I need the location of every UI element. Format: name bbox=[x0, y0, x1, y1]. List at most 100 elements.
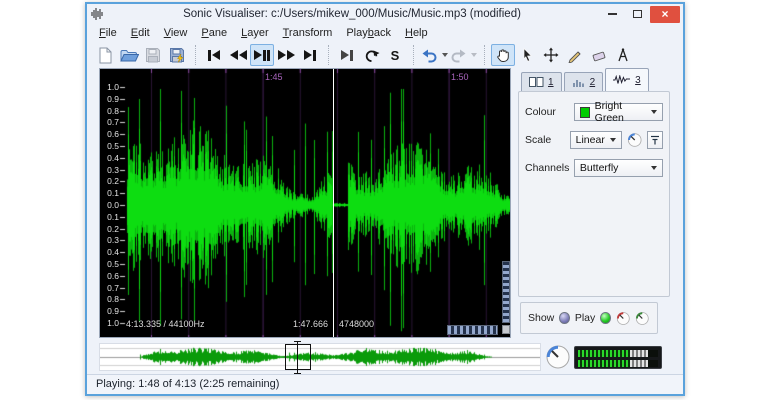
export-button[interactable] bbox=[165, 44, 189, 66]
undo-dropdown-icon[interactable] bbox=[442, 53, 448, 57]
pane-tabs: 1 2 3 bbox=[521, 68, 651, 91]
scale-label: 0.7 bbox=[107, 117, 119, 128]
window-title: Sonic Visualiser: c:/Users/mikew_000/Mus… bbox=[183, 8, 521, 20]
overview-pane[interactable] bbox=[99, 341, 541, 374]
chevron-down-icon bbox=[651, 110, 657, 114]
minimize-icon bbox=[608, 13, 617, 15]
colour-select[interactable]: Bright Green bbox=[573, 100, 663, 124]
scale-label: 0.4 bbox=[107, 152, 119, 163]
layer-pan-dial[interactable] bbox=[635, 310, 650, 327]
fast-forward-button[interactable] bbox=[274, 44, 298, 66]
scale-label: 0.1 bbox=[107, 211, 119, 222]
channels-label: Channels bbox=[525, 162, 570, 174]
level-handle[interactable] bbox=[630, 360, 648, 367]
vertical-zoom-thumbwheel[interactable] bbox=[502, 261, 510, 323]
eraser-icon bbox=[592, 51, 606, 62]
scale-label: 0.3 bbox=[107, 164, 119, 175]
menu-pane[interactable]: Pane bbox=[194, 25, 234, 41]
menu-layer[interactable]: Layer bbox=[234, 25, 276, 41]
menu-edit[interactable]: Edit bbox=[124, 25, 157, 41]
channels-value: Butterfly bbox=[579, 162, 619, 174]
chevron-down-icon bbox=[651, 166, 657, 170]
waveform-canvas[interactable] bbox=[100, 69, 510, 337]
rewind-to-start-button[interactable] bbox=[202, 44, 226, 66]
play-selection-button[interactable] bbox=[335, 44, 359, 66]
close-button[interactable]: × bbox=[650, 5, 680, 23]
toolbar-separator bbox=[484, 45, 485, 65]
colour-value: Bright Green bbox=[594, 100, 624, 124]
bars-icon bbox=[572, 80, 584, 87]
waveform-pane[interactable]: 4:13.335 / 44100Hz 1:47.666 4748000 1.0 0… bbox=[99, 68, 511, 338]
pane-layout-icon bbox=[529, 77, 544, 87]
select-tool-button[interactable] bbox=[515, 44, 539, 66]
menu-transform[interactable]: Transform bbox=[276, 25, 340, 41]
scale-label: 0.3 bbox=[107, 235, 119, 246]
playback-speed-dial[interactable] bbox=[545, 344, 571, 370]
colour-row: Colour Bright Green bbox=[525, 100, 663, 124]
play-pause-button[interactable] bbox=[250, 44, 274, 66]
tab-pane-2[interactable]: 2 bbox=[563, 72, 604, 91]
tab-pane-3[interactable]: 3 bbox=[605, 68, 649, 91]
view-region-rect[interactable] bbox=[285, 344, 311, 370]
menu-help[interactable]: Help bbox=[398, 25, 435, 41]
toolbar-separator bbox=[413, 45, 414, 65]
open-folder-icon bbox=[119, 49, 139, 61]
draw-tool-button[interactable] bbox=[563, 44, 587, 66]
duration-readout: 4:13.335 / 44100Hz bbox=[126, 319, 205, 329]
scale-label: 0.1 bbox=[107, 188, 119, 199]
gain-dial[interactable] bbox=[627, 131, 642, 149]
status-bar: Playing: 1:48 of 4:13 (2:25 remaining) bbox=[87, 374, 683, 394]
cursor-time-readout: 1:47.666 bbox=[292, 319, 328, 329]
zoom-reset-button[interactable] bbox=[502, 325, 510, 334]
rewind-button[interactable] bbox=[226, 44, 250, 66]
measure-icon bbox=[618, 48, 628, 62]
solo-button[interactable]: S bbox=[383, 44, 407, 66]
open-button[interactable] bbox=[117, 44, 141, 66]
normalize-icon bbox=[651, 135, 660, 145]
play-toggle-led[interactable] bbox=[600, 312, 611, 324]
toolbar-separator bbox=[328, 45, 329, 65]
scale-label: 0.6 bbox=[107, 129, 119, 140]
tab-pane-1[interactable]: 1 bbox=[521, 72, 562, 91]
menu-file[interactable]: File bbox=[92, 25, 124, 41]
undo-button[interactable] bbox=[420, 44, 449, 66]
waveform-tab-icon bbox=[613, 75, 631, 85]
redo-dropdown-icon[interactable] bbox=[471, 53, 477, 57]
loop-playback-button[interactable] bbox=[359, 44, 383, 66]
playback-cursor bbox=[333, 69, 334, 337]
forward-to-end-button[interactable] bbox=[298, 44, 322, 66]
show-toggle-led[interactable] bbox=[559, 312, 570, 324]
level-handle[interactable] bbox=[630, 350, 648, 357]
navigate-tool-button[interactable] bbox=[491, 44, 515, 66]
measure-tool-button[interactable] bbox=[611, 44, 635, 66]
loop-icon bbox=[365, 50, 379, 62]
new-session-button[interactable] bbox=[93, 44, 117, 66]
menu-playback[interactable]: Playback bbox=[339, 25, 398, 41]
select-arrow-icon bbox=[523, 47, 532, 62]
scale-label: 0.2 bbox=[107, 223, 119, 234]
minimize-button[interactable] bbox=[600, 6, 625, 23]
erase-tool-button[interactable] bbox=[587, 44, 611, 66]
normalize-button[interactable] bbox=[647, 131, 664, 149]
title-bar[interactable]: Sonic Visualiser: c:/Users/mikew_000/Mus… bbox=[87, 4, 683, 24]
channels-select[interactable]: Butterfly bbox=[573, 159, 663, 177]
edit-tool-button[interactable] bbox=[539, 44, 563, 66]
scale-select[interactable]: Linear bbox=[569, 131, 622, 149]
meter-row-left bbox=[578, 350, 658, 357]
playback-level-meter[interactable] bbox=[574, 346, 662, 369]
redo-button[interactable] bbox=[449, 44, 478, 66]
save-button[interactable] bbox=[141, 44, 165, 66]
scale-row: Scale Linear bbox=[525, 131, 664, 149]
play-selection-icon bbox=[341, 50, 349, 60]
channels-row: Channels Butterfly bbox=[525, 159, 663, 177]
layer-gain-dial[interactable] bbox=[616, 310, 631, 327]
maximize-button[interactable] bbox=[625, 6, 650, 23]
menu-view[interactable]: View bbox=[157, 25, 195, 41]
scale-label: 0.9 bbox=[107, 306, 119, 317]
play-label: Play bbox=[574, 312, 596, 324]
overview-canvas[interactable] bbox=[100, 344, 540, 370]
horizontal-zoom-thumbwheel[interactable] bbox=[447, 325, 498, 335]
scale-value: Linear bbox=[575, 134, 605, 146]
status-text: Playing: 1:48 of 4:13 (2:25 remaining) bbox=[96, 378, 280, 390]
scale-label: 1.0 bbox=[107, 318, 119, 328]
